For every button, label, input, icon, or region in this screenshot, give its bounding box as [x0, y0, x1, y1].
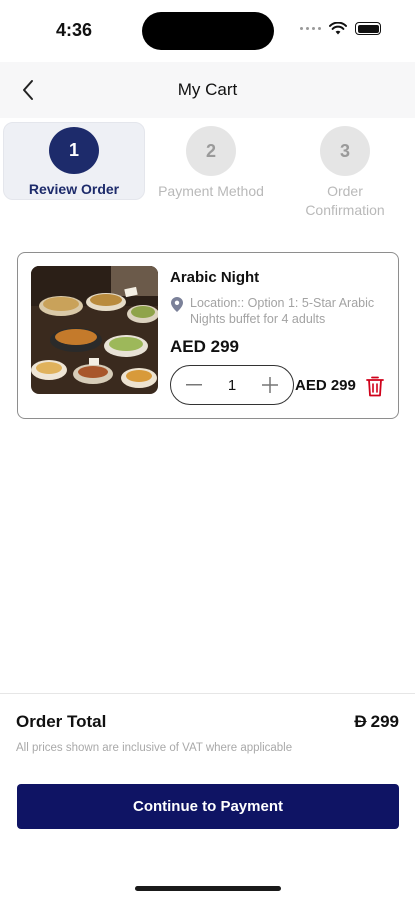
- header: My Cart: [0, 62, 415, 118]
- step-label: Payment Method: [158, 183, 264, 199]
- step-label: Order Confirmation: [305, 183, 385, 218]
- buffet-image: [31, 266, 158, 394]
- delete-item-button[interactable]: [364, 374, 386, 398]
- step-order-confirmation[interactable]: 3 Order Confirmation: [284, 122, 406, 220]
- item-image: [31, 266, 158, 394]
- trash-icon: [366, 376, 384, 396]
- location-text: Location:: Option 1: 5-Star Arabic Night…: [190, 296, 375, 326]
- item-location: Location:: Option 1: 5-Star Arabic Night…: [170, 295, 385, 327]
- quantity-value: 1: [227, 376, 237, 394]
- status-bar: 4:36: [0, 0, 415, 62]
- step-payment-method[interactable]: 2 Payment Method: [147, 122, 275, 201]
- vat-note: All prices shown are inclusive of VAT wh…: [16, 742, 293, 754]
- page-title: My Cart: [177, 80, 238, 99]
- location-pin-icon: [171, 297, 183, 312]
- cart-item-card: Arabic Night Location:: Option 1: 5-Star…: [17, 252, 399, 419]
- battery-icon: [355, 22, 381, 35]
- step-label: Review Order: [28, 181, 120, 197]
- line-total: AED 299: [295, 377, 356, 394]
- order-total: Đ 299: [354, 712, 399, 732]
- order-total-value: 299: [370, 712, 399, 731]
- currency-icon: Đ: [354, 712, 367, 731]
- status-icons: [300, 22, 381, 35]
- quantity-stepper: 1: [170, 365, 294, 405]
- signal-icon: [300, 27, 321, 30]
- minus-icon: [186, 384, 202, 386]
- step-number: 2: [186, 126, 236, 176]
- checkout-stepper: 1 Review Order 2 Payment Method 3 Order …: [0, 120, 415, 220]
- home-indicator: [135, 886, 281, 891]
- step-review-order[interactable]: 1 Review Order: [3, 122, 145, 200]
- decrease-quantity-button[interactable]: [183, 374, 205, 396]
- increase-quantity-button[interactable]: [259, 374, 281, 396]
- item-price: AED 299: [170, 337, 239, 356]
- order-total-label: Order Total: [16, 712, 107, 731]
- step-number: 1: [49, 127, 99, 174]
- dynamic-island: [142, 12, 274, 50]
- wifi-icon: [329, 22, 347, 35]
- status-time: 4:36: [56, 20, 93, 40]
- continue-to-payment-button[interactable]: Continue to Payment: [17, 784, 399, 829]
- step-number: 3: [320, 126, 370, 176]
- footer-divider: [0, 693, 415, 694]
- plus-icon: [262, 377, 278, 393]
- item-name: Arabic Night: [170, 269, 260, 286]
